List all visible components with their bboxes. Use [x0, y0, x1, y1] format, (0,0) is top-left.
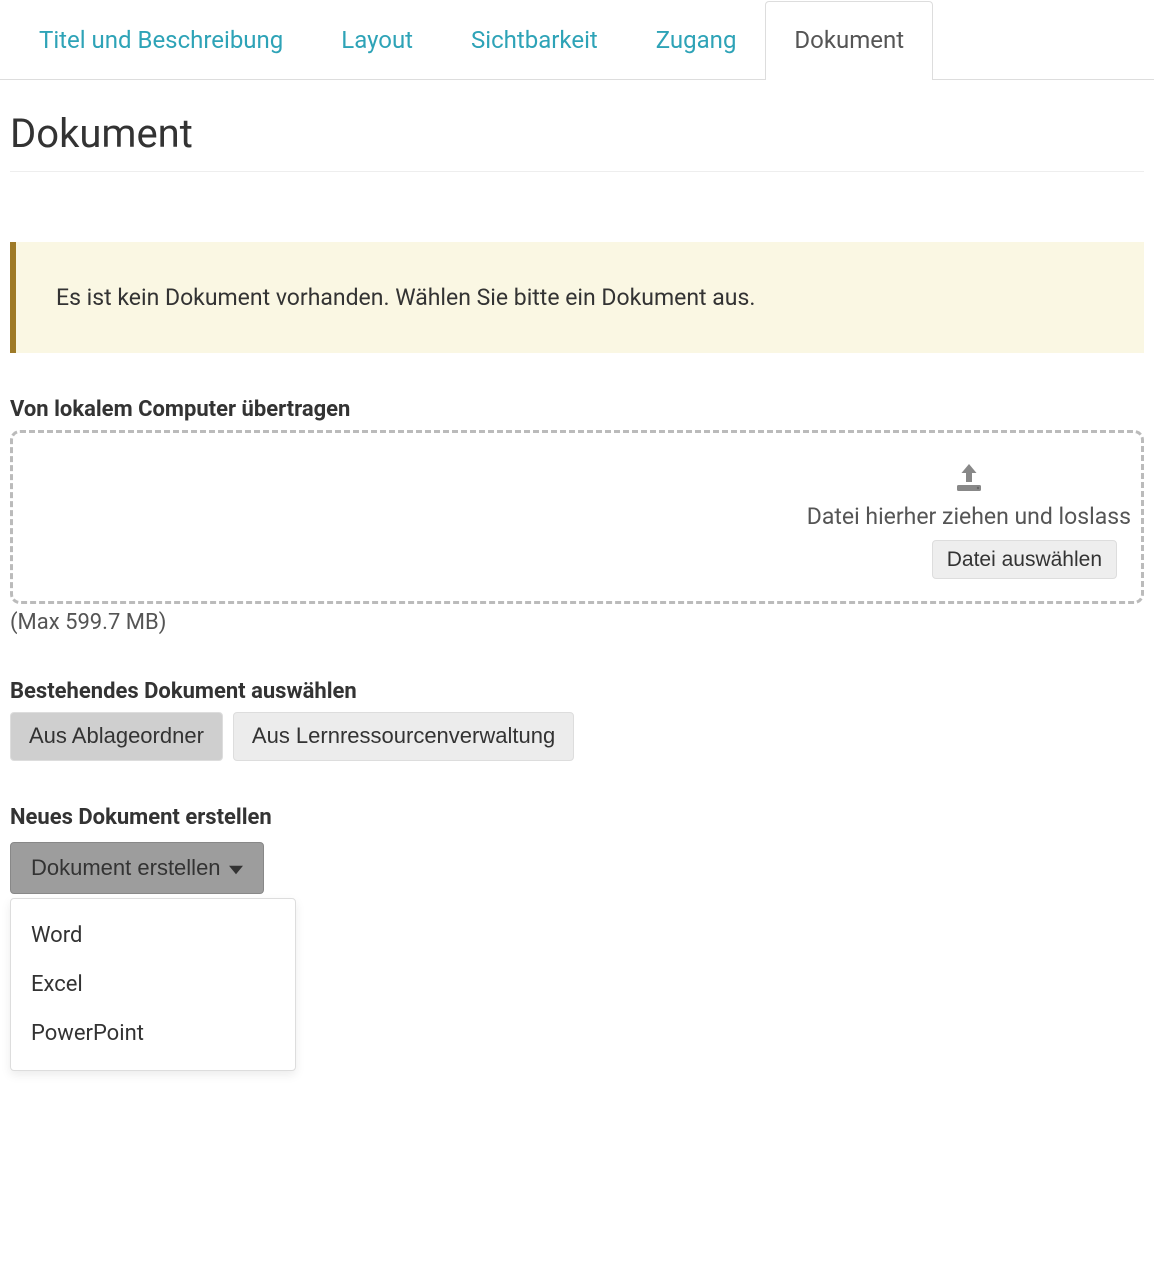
tab-document[interactable]: Dokument	[765, 1, 933, 80]
create-button-label: Dokument erstellen	[31, 855, 221, 881]
tab-access[interactable]: Zugang	[627, 1, 766, 80]
tab-content: Dokument Es ist kein Dokument vorhanden.…	[0, 80, 1154, 904]
tab-title-description[interactable]: Titel und Beschreibung	[10, 1, 312, 80]
upload-hint: (Max 599.7 MB)	[10, 610, 1144, 635]
file-dropzone[interactable]: Datei hierher ziehen und loslass Datei a…	[10, 430, 1144, 604]
choose-file-button[interactable]: Datei auswählen	[932, 540, 1117, 579]
menu-item-word[interactable]: Word	[11, 911, 295, 960]
existing-section-label: Bestehendes Dokument auswählen	[10, 679, 1144, 704]
create-document-menu: Word Excel PowerPoint	[10, 898, 296, 1071]
tab-layout[interactable]: Layout	[312, 1, 442, 80]
upload-section-label: Von lokalem Computer übertragen	[10, 397, 1144, 422]
create-document-dropdown-button[interactable]: Dokument erstellen	[10, 842, 264, 894]
menu-item-powerpoint[interactable]: PowerPoint	[11, 1009, 295, 1058]
caret-down-icon	[229, 855, 243, 881]
create-section-label: Neues Dokument erstellen	[10, 805, 1144, 830]
upload-icon	[951, 461, 987, 497]
page-title: Dokument	[10, 110, 1144, 172]
tab-visibility[interactable]: Sichtbarkeit	[442, 1, 627, 80]
alert-no-document: Es ist kein Dokument vorhanden. Wählen S…	[10, 242, 1144, 353]
from-folder-button[interactable]: Aus Ablageordner	[10, 712, 223, 760]
tabs-nav: Titel und Beschreibung Layout Sichtbarke…	[0, 0, 1154, 80]
menu-item-excel[interactable]: Excel	[11, 960, 295, 1009]
dropzone-text: Datei hierher ziehen und loslass	[807, 503, 1131, 530]
from-resources-button[interactable]: Aus Lernressourcenverwaltung	[233, 712, 574, 760]
